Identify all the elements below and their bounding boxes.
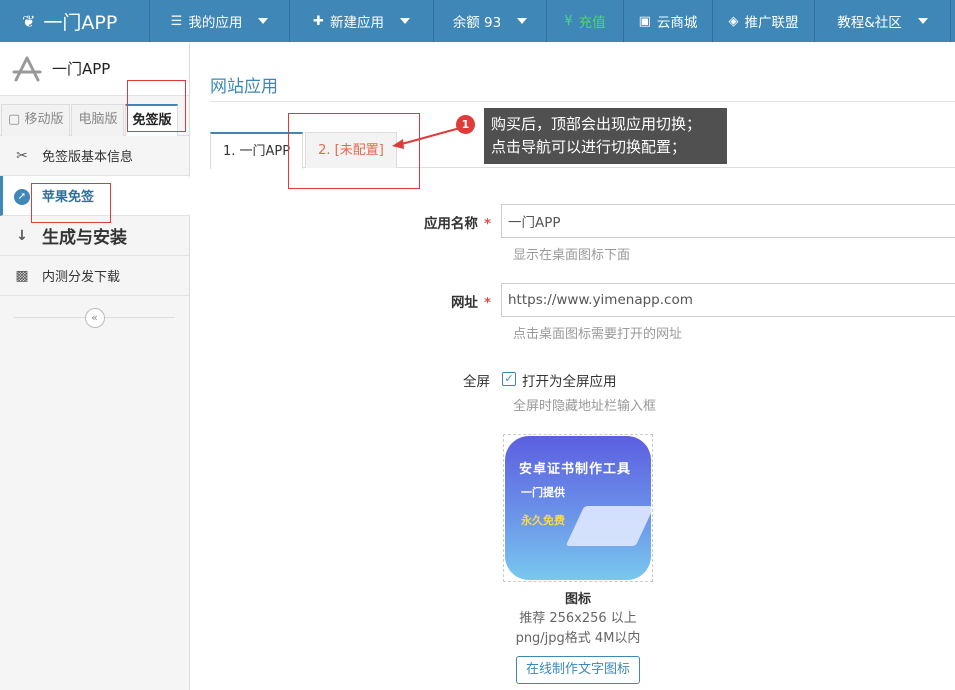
annotation-badge: 1 xyxy=(456,115,475,134)
annotation-line-1: 购买后，顶部会出现应用切换； xyxy=(491,115,702,133)
annotation-line-2: 点击导航可以进行切换配置； xyxy=(491,138,687,156)
annotation-tooltip: 购买后，顶部会出现应用切换； 点击导航可以进行切换配置； xyxy=(484,108,727,164)
annotation-arrow xyxy=(392,127,461,149)
